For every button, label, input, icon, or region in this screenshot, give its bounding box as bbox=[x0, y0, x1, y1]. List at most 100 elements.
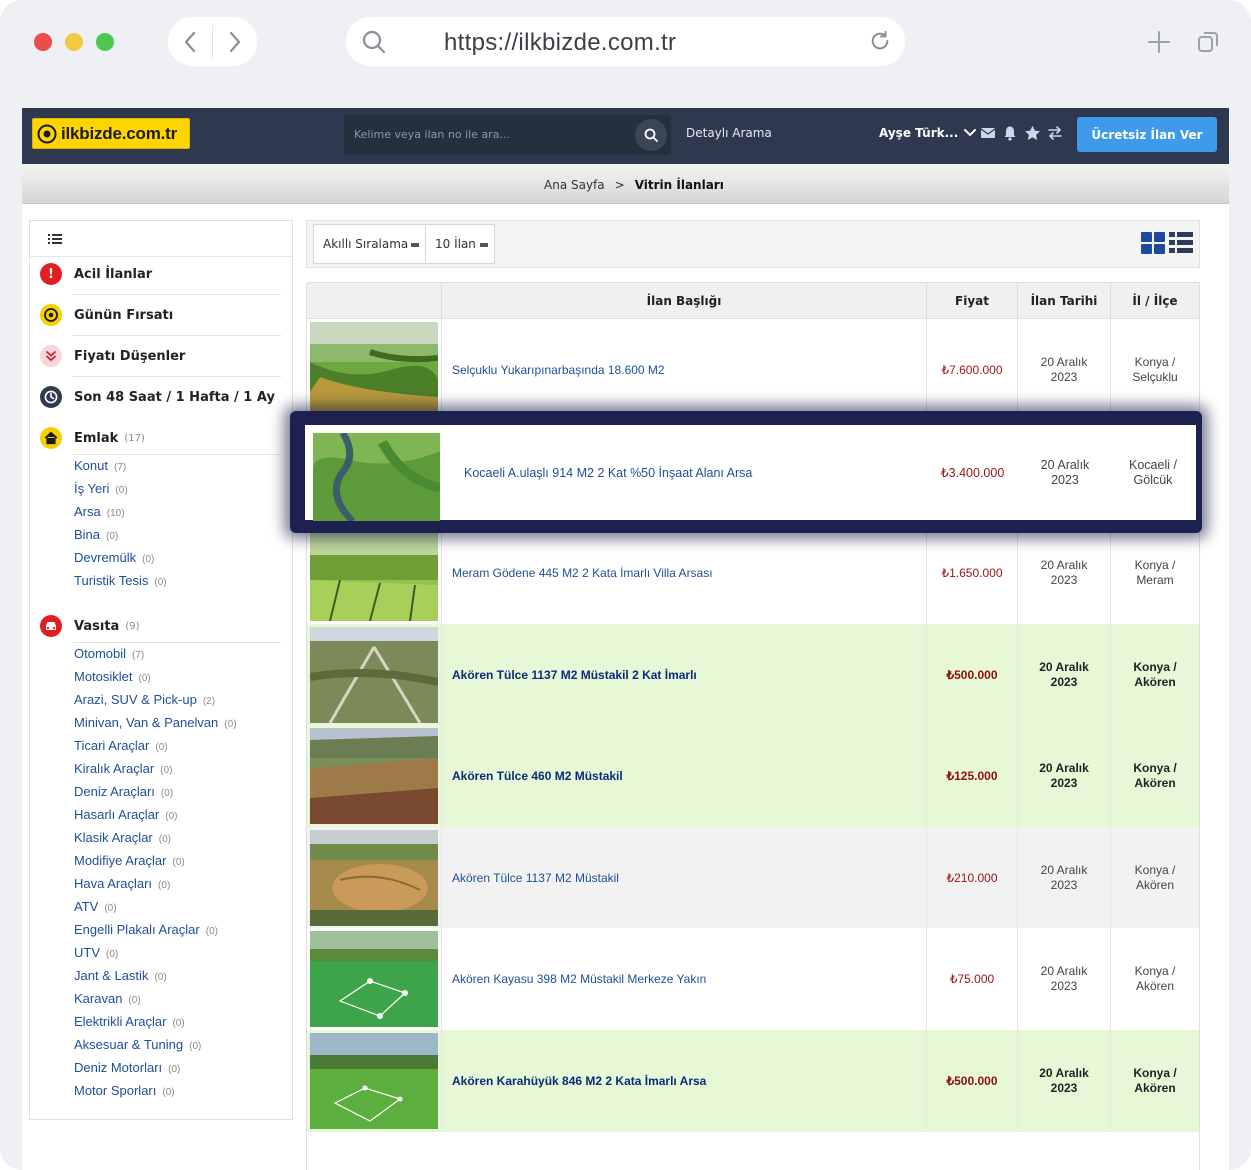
list-icon[interactable] bbox=[48, 233, 62, 245]
listing-city: Konya / bbox=[1134, 558, 1176, 572]
sidebar-subitem-konut[interactable]: Konut (7) bbox=[74, 458, 126, 473]
sidebar-subitem-turistik-tesis[interactable]: Turistik Tesis (0) bbox=[74, 573, 167, 588]
forward-button[interactable] bbox=[213, 17, 257, 66]
sidebar-subitem[interactable]: Hava Araçları (0) bbox=[74, 876, 170, 891]
subitem-label: Aksesuar & Tuning bbox=[74, 1037, 184, 1052]
listing-title-link[interactable]: Selçuklu Yukarıpınarbaşında 18.600 M2 bbox=[441, 319, 926, 421]
listing-thumbnail[interactable] bbox=[310, 626, 438, 723]
sidebar-subitem[interactable]: Kiralık Araçlar (0) bbox=[74, 761, 172, 776]
listing-title-link[interactable]: Akören Tülce 1137 M2 Müstakil 2 Kat İmar… bbox=[441, 623, 926, 726]
sidebar-subitem[interactable]: Ticari Araçlar (0) bbox=[74, 738, 168, 753]
sidebar-subitem-bina[interactable]: Bina (0) bbox=[74, 527, 118, 542]
sidebar-subitem[interactable]: Otomobil (7) bbox=[74, 646, 144, 661]
listing-title-link[interactable]: Meram Gödene 445 M2 2 Kata İmarlı Villa … bbox=[441, 522, 926, 624]
close-window-button[interactable] bbox=[34, 33, 52, 51]
subitem-count: (0) bbox=[104, 903, 117, 914]
sidebar-subitem[interactable]: Engelli Plakalı Araçlar (0) bbox=[74, 922, 218, 937]
sidebar-item-recent[interactable]: Son 48 Saat / 1 Hafta / 1 Ay bbox=[30, 386, 294, 408]
detailed-search-link[interactable]: Detaylı Arama bbox=[686, 126, 772, 140]
sidebar-item-urgent[interactable]: ! Acil İlanlar bbox=[30, 263, 294, 285]
compare-arrows-icon[interactable] bbox=[1047, 125, 1063, 141]
sidebar-subitem[interactable]: Modifiye Araçlar (0) bbox=[74, 853, 185, 868]
maximize-window-button[interactable] bbox=[96, 33, 114, 51]
subitem-label: Motor Sporları bbox=[74, 1083, 157, 1098]
sidebar-subitem[interactable]: UTV (0) bbox=[74, 945, 118, 960]
table-row[interactable]: Akören Tülce 460 M2 Müstakil ₺125.000 20 A… bbox=[307, 725, 1199, 827]
sidebar-subitem-is-yeri[interactable]: İş Yeri (0) bbox=[74, 481, 128, 496]
table-row[interactable]: Akören Karahüyük 846 M2 2 Kata İmarlı Ar… bbox=[307, 1029, 1199, 1132]
mail-icon[interactable] bbox=[980, 125, 996, 141]
star-icon[interactable] bbox=[1024, 125, 1041, 141]
listing-thumbnail[interactable] bbox=[310, 829, 438, 926]
sidebar-category-vasita[interactable]: Vasıta (9) bbox=[30, 615, 294, 637]
sidebar-subitem[interactable]: Deniz Motorları (0) bbox=[74, 1060, 180, 1075]
sidebar-subitem-devremulk[interactable]: Devremülk (0) bbox=[74, 550, 154, 565]
column-header-date[interactable]: İlan Tarihi bbox=[1017, 283, 1110, 319]
sidebar-category-emlak[interactable]: Emlak (17) bbox=[30, 427, 294, 449]
listing-title-link[interactable]: Kocaeli A.ulaşlı 914 M2 2 Kat %50 İnşaat… bbox=[454, 427, 927, 518]
back-button[interactable] bbox=[168, 17, 212, 66]
sidebar-subitem[interactable]: Motor Sporları (0) bbox=[74, 1083, 175, 1098]
table-row[interactable]: Akören Tülce 1137 M2 Müstakil ₺210.000 20 … bbox=[307, 826, 1199, 929]
bell-icon[interactable] bbox=[1002, 125, 1018, 141]
table-row[interactable]: Akören Tülce 1137 M2 Müstakil 2 Kat İmar… bbox=[307, 623, 1199, 726]
sidebar-subitem[interactable]: Motosiklet (0) bbox=[74, 669, 151, 684]
listing-thumbnail[interactable] bbox=[310, 728, 438, 824]
sidebar-subitem[interactable]: Arazi, SUV & Pick-up (2) bbox=[74, 692, 215, 707]
subitem-label: Hasarlı Araçlar bbox=[74, 807, 160, 822]
view-toggle bbox=[1141, 232, 1193, 254]
sidebar-item-deal-of-day[interactable]: Günün Fırsatı bbox=[30, 304, 294, 326]
list-view-icon[interactable] bbox=[1169, 232, 1193, 254]
site-logo[interactable]: ilkbizde.com.tr bbox=[32, 118, 190, 149]
subitem-count: (0) bbox=[128, 995, 141, 1006]
listing-date-year: 2023 bbox=[1051, 472, 1079, 487]
listing-title-link[interactable]: Akören Tülce 460 M2 Müstakil bbox=[441, 725, 926, 827]
address-bar[interactable]: https://ilkbizde.com.tr bbox=[346, 17, 905, 66]
sort-select[interactable]: Akıllı Sıralama bbox=[313, 224, 426, 264]
sidebar-subitem[interactable]: Klasik Araçlar (0) bbox=[74, 830, 171, 845]
per-page-select[interactable]: 10 İlan bbox=[425, 224, 495, 264]
listing-thumbnail[interactable] bbox=[310, 1032, 438, 1129]
listing-thumbnail[interactable] bbox=[310, 931, 438, 1027]
listing-title-link[interactable]: Akören Kayasu 398 M2 Müstakil Merkeze Ya… bbox=[441, 928, 926, 1030]
sidebar-subitem[interactable]: Elektrikli Araçlar (0) bbox=[74, 1014, 185, 1029]
sidebar-subitem[interactable]: Hasarlı Araçlar (0) bbox=[74, 807, 177, 822]
sidebar-subitem[interactable]: Deniz Araçları (0) bbox=[74, 784, 173, 799]
sidebar-subitem-arsa[interactable]: Arsa (10) bbox=[74, 504, 125, 519]
listing-district: Selçuklu bbox=[1132, 370, 1178, 384]
listing-thumbnail[interactable] bbox=[313, 433, 440, 521]
column-header-price[interactable]: Fiyat bbox=[926, 283, 1017, 319]
subitem-count: (0) bbox=[189, 1041, 202, 1052]
focused-table-row[interactable]: Kocaeli A.ulaşlı 914 M2 2 Kat %50 İnşaat… bbox=[305, 425, 1196, 521]
user-menu[interactable]: Ayşe Türk... bbox=[879, 126, 977, 140]
listing-thumbnail[interactable] bbox=[310, 322, 438, 418]
subitem-count: (7) bbox=[113, 462, 127, 473]
subitem-count: (7) bbox=[132, 650, 145, 661]
minimize-window-button[interactable] bbox=[65, 33, 83, 51]
breadcrumb-home[interactable]: Ana Sayfa bbox=[544, 178, 605, 192]
url-text: https://ilkbizde.com.tr bbox=[444, 29, 677, 56]
reload-icon[interactable] bbox=[869, 30, 891, 52]
listing-title-link[interactable]: Akören Tülce 1137 M2 Müstakil bbox=[441, 826, 926, 929]
sidebar-subitem[interactable]: ATV (0) bbox=[74, 899, 117, 914]
tabs-overview-icon[interactable] bbox=[1197, 31, 1219, 53]
sidebar-subitem[interactable]: Minivan, Van & Panelvan (0) bbox=[74, 715, 237, 730]
listing-city: Konya / bbox=[1134, 355, 1176, 369]
category-count: (17) bbox=[124, 432, 145, 444]
table-row[interactable]: Selçuklu Yukarıpınarbaşında 18.600 M2 ₺7.… bbox=[307, 319, 1199, 421]
sidebar-subitem[interactable]: Aksesuar & Tuning (0) bbox=[74, 1037, 201, 1052]
search-input[interactable]: Kelime veya ilan no ile ara... bbox=[344, 115, 671, 155]
table-row[interactable]: Meram Gödene 445 M2 2 Kata İmarlı Villa … bbox=[307, 522, 1199, 624]
sidebar-subitem[interactable]: Jant & Lastik (0) bbox=[74, 968, 167, 983]
column-header-title[interactable]: İlan Başlığı bbox=[441, 283, 926, 319]
sidebar-item-price-drops[interactable]: Fiyatı Düşenler bbox=[30, 345, 294, 367]
sidebar-subitem[interactable]: Karavan (0) bbox=[74, 991, 141, 1006]
grid-view-icon[interactable] bbox=[1141, 232, 1165, 254]
listing-thumbnail[interactable] bbox=[310, 525, 438, 621]
listing-title-link[interactable]: Akören Karahüyük 846 M2 2 Kata İmarlı Ar… bbox=[441, 1029, 926, 1132]
search-button[interactable] bbox=[635, 119, 667, 151]
table-row[interactable]: Akören Kayasu 398 M2 Müstakil Merkeze Ya… bbox=[307, 928, 1199, 1030]
post-listing-button[interactable]: Ücretsiz İlan Ver bbox=[1077, 117, 1217, 152]
column-header-location[interactable]: İl / İlçe bbox=[1110, 283, 1199, 319]
new-tab-icon[interactable] bbox=[1147, 30, 1171, 54]
